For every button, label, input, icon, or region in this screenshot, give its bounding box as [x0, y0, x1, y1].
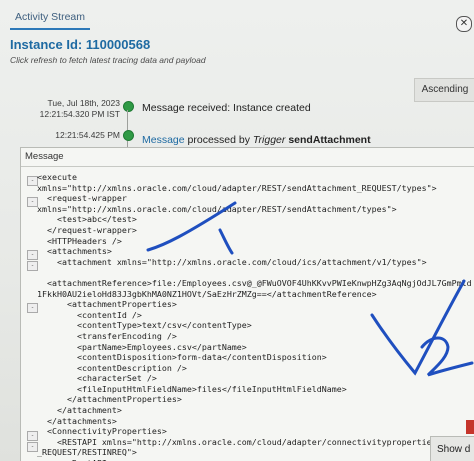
- xml-line: <contentId />: [37, 309, 142, 320]
- xml-line: <contentType>text/csv</contentType>: [37, 320, 252, 331]
- message-link[interactable]: Message: [142, 134, 185, 146]
- xml-line: xmlns="http://xmlns.oracle.com/cloud/ada…: [37, 182, 437, 193]
- xml-line: <characterSet />: [37, 373, 157, 384]
- xml-line: <HTTPHeaders />: [37, 235, 122, 246]
- status-dot-icon: [123, 130, 134, 141]
- xml-line: <contentDisposition>form-data</contentDi…: [37, 352, 327, 363]
- event-time-2: 12:21:54.425 PM: [55, 130, 120, 140]
- tab-activity-stream[interactable]: Activity Stream: [10, 6, 90, 30]
- message-panel-header: Message: [21, 148, 474, 167]
- xml-line: </request-wrapper>: [37, 224, 137, 235]
- xml-line: <attachments>: [37, 246, 112, 257]
- xml-line: </attachments>: [37, 415, 117, 426]
- status-dot-icon: [123, 101, 134, 112]
- xml-line: </attachment>: [37, 405, 122, 416]
- event-trigger-name: sendAttachment: [288, 134, 371, 146]
- xml-line: <contentDescription />: [37, 362, 187, 373]
- xml-line: <attachmentProperties>: [37, 299, 177, 310]
- scroll-indicator: [466, 420, 474, 434]
- event-date-time: Tue, Jul 18th, 2023 12:21:54.320 PM IST: [20, 98, 120, 120]
- xml-line: <ConnectivityProperties>: [37, 426, 167, 437]
- xml-line: <request-wrapper: [37, 193, 127, 204]
- xml-line: <execute: [37, 172, 77, 182]
- page-title: Instance Id: 110000568: [10, 37, 151, 52]
- event-trigger: Trigger: [252, 134, 286, 146]
- event-date: Tue, Jul 18th, 2023: [47, 98, 120, 108]
- sort-order-button[interactable]: Ascending: [414, 78, 474, 102]
- xml-line: <attachment xmlns="http://xmlns.oracle.c…: [37, 256, 427, 267]
- event-time: 12:21:54.320 PM IST: [39, 109, 120, 119]
- fold-gutter: - - - - - - -: [27, 170, 38, 460]
- xml-line: <test>abc</test>: [37, 214, 137, 225]
- xml-line: [37, 267, 474, 278]
- xml-line: <attachmentReference>file:/Employees.csv…: [37, 277, 472, 288]
- xml-line: </attachmentProperties>: [37, 394, 182, 405]
- xml-line: 1FkkH0AU2ieloHd83J3gbKhMA0NZ1HOVt/SaEzHr…: [37, 288, 377, 299]
- show-details-button[interactable]: Show d: [430, 436, 474, 461]
- xml-line: <partName>Employees.csv</partName>: [37, 341, 247, 352]
- event-text-2: Message processed by Trigger sendAttachm…: [142, 134, 371, 146]
- close-icon[interactable]: ✕: [456, 16, 472, 32]
- message-xml-content: <execute xmlns="http://xmlns.oracle.com/c…: [37, 172, 474, 461]
- xml-line: _REQUEST/RESTINREQ">: [37, 447, 137, 458]
- message-panel: Message - - - - - - - <execute xmlns="htt…: [20, 147, 474, 461]
- xml-line: xmlns="http://xmlns.oracle.com/cloud/ada…: [37, 203, 397, 214]
- event-text-mid: processed by: [184, 134, 253, 146]
- xml-line: <fileInputHtmlFieldName>files</fileInput…: [37, 383, 347, 394]
- activity-stream-screen: Activity Stream ✕ Instance Id: 110000568…: [0, 0, 474, 461]
- refresh-hint: Click refresh to fetch latest tracing da…: [10, 55, 206, 65]
- xml-line: <RESTAPI xmlns="http://xmlns.oracle.com/…: [37, 436, 474, 447]
- event-text: Message received: Instance created: [142, 102, 311, 114]
- xml-line: <transferEncoding />: [37, 330, 177, 341]
